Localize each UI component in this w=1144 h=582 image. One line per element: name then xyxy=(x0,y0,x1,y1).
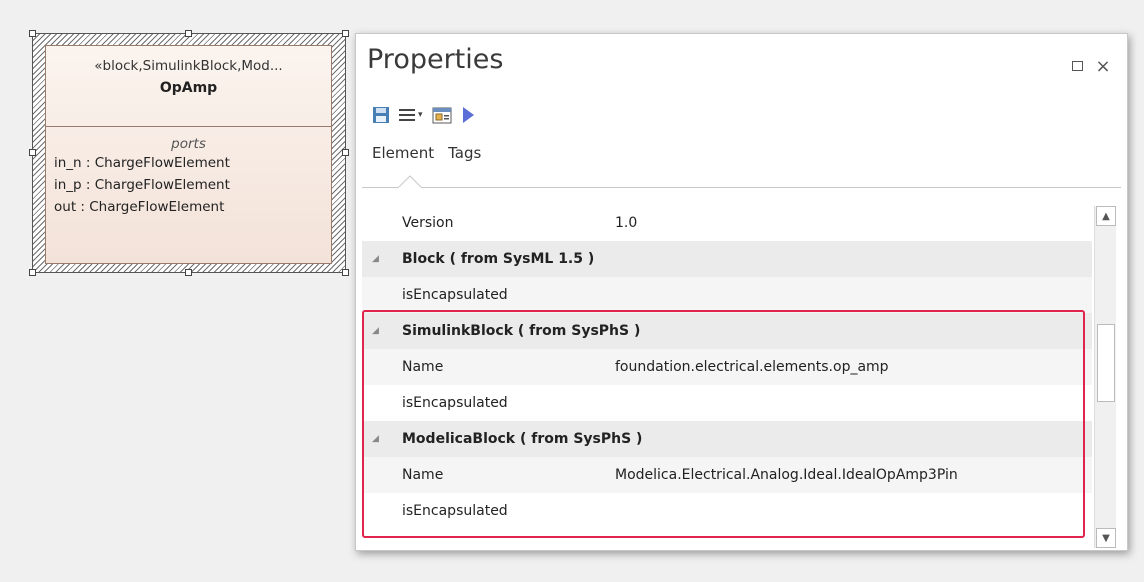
resize-handle-middle-right[interactable] xyxy=(342,149,349,156)
collapse-icon[interactable]: ◢ xyxy=(372,434,379,444)
resize-handle-top-right[interactable] xyxy=(342,30,349,37)
tab-divider xyxy=(362,187,1121,188)
property-key: Name xyxy=(402,467,444,483)
group-header-block[interactable]: ◢ Block ( from SysML 1.5 ) xyxy=(362,241,1092,277)
group-title: SimulinkBlock ( from SysPhS ) xyxy=(402,323,641,339)
resize-handle-middle-left[interactable] xyxy=(29,149,36,156)
property-key: Name xyxy=(402,359,444,375)
property-key: Version xyxy=(402,215,454,231)
property-row[interactable]: Name Modelica.Electrical.Analog.Ideal.Id… xyxy=(362,457,1092,493)
maximize-icon[interactable] xyxy=(1067,56,1087,76)
chevron-down-icon: ▾ xyxy=(418,110,423,120)
vertical-scrollbar[interactable]: ▲ ▼ xyxy=(1094,206,1116,548)
collapse-icon[interactable]: ◢ xyxy=(372,254,379,264)
property-key: isEncapsulated xyxy=(402,395,508,411)
properties-window: Properties × ▾ Element Tags Version 1.0 … xyxy=(355,33,1128,551)
property-row[interactable]: Version 1.0 xyxy=(362,208,1092,241)
block-stereotype: «block,SimulinkBlock,Mod... xyxy=(94,58,283,74)
property-row[interactable]: isEncapsulated xyxy=(362,277,1092,313)
compartment-title: ports xyxy=(171,136,206,152)
play-icon[interactable] xyxy=(461,106,475,124)
resize-handle-bottom-center[interactable] xyxy=(185,269,192,276)
opamp-block-element[interactable]: «block,SimulinkBlock,Mod... OpAmp ports … xyxy=(29,30,349,276)
group-header-simulinkblock[interactable]: ◢ SimulinkBlock ( from SysPhS ) xyxy=(362,313,1092,349)
scroll-up-icon[interactable]: ▲ xyxy=(1096,206,1116,226)
block-header: «block,SimulinkBlock,Mod... OpAmp xyxy=(46,46,331,127)
resize-handle-bottom-right[interactable] xyxy=(342,269,349,276)
property-grid: Version 1.0 ◢ Block ( from SysML 1.5 ) i… xyxy=(362,208,1092,548)
menu-icon[interactable]: ▾ xyxy=(398,107,423,123)
property-key: isEncapsulated xyxy=(402,503,508,519)
scroll-down-icon[interactable]: ▼ xyxy=(1096,528,1116,548)
port-item: in_n : ChargeFlowElement xyxy=(54,155,230,171)
collapse-icon[interactable]: ◢ xyxy=(372,326,379,336)
scrollbar-thumb[interactable] xyxy=(1097,324,1115,402)
property-value[interactable]: foundation.electrical.elements.op_amp xyxy=(615,359,889,375)
port-item: in_p : ChargeFlowElement xyxy=(54,177,230,193)
property-value: 1.0 xyxy=(615,215,638,231)
port-item: out : ChargeFlowElement xyxy=(54,199,225,215)
property-value[interactable]: Modelica.Electrical.Analog.Ideal.IdealOp… xyxy=(615,467,958,483)
tab-bar: Element Tags xyxy=(372,144,481,162)
ports-compartment: ports in_n : ChargeFlowElement in_p : Ch… xyxy=(46,127,331,218)
properties-dialog-icon[interactable] xyxy=(431,105,453,125)
property-row[interactable]: isEncapsulated xyxy=(362,493,1092,529)
resize-handle-top-center[interactable] xyxy=(185,30,192,37)
property-row[interactable]: Name foundation.electrical.elements.op_a… xyxy=(362,349,1092,385)
resize-handle-bottom-left[interactable] xyxy=(29,269,36,276)
property-row[interactable]: isEncapsulated xyxy=(362,385,1092,421)
tab-element[interactable]: Element xyxy=(372,144,434,162)
block-name: OpAmp xyxy=(159,80,218,96)
group-title: ModelicaBlock ( from SysPhS ) xyxy=(402,431,643,447)
window-title: Properties xyxy=(367,44,504,75)
property-key: isEncapsulated xyxy=(402,287,508,303)
tab-indicator xyxy=(398,175,422,188)
resize-handle-top-left[interactable] xyxy=(29,30,36,37)
group-title: Block ( from SysML 1.5 ) xyxy=(402,251,595,267)
properties-toolbar: ▾ xyxy=(372,102,475,128)
tab-tags[interactable]: Tags xyxy=(448,144,481,162)
close-icon[interactable]: × xyxy=(1093,56,1113,77)
block-body[interactable]: «block,SimulinkBlock,Mod... OpAmp ports … xyxy=(45,45,332,264)
group-header-modelicablock[interactable]: ◢ ModelicaBlock ( from SysPhS ) xyxy=(362,421,1092,457)
save-icon[interactable] xyxy=(372,106,390,124)
